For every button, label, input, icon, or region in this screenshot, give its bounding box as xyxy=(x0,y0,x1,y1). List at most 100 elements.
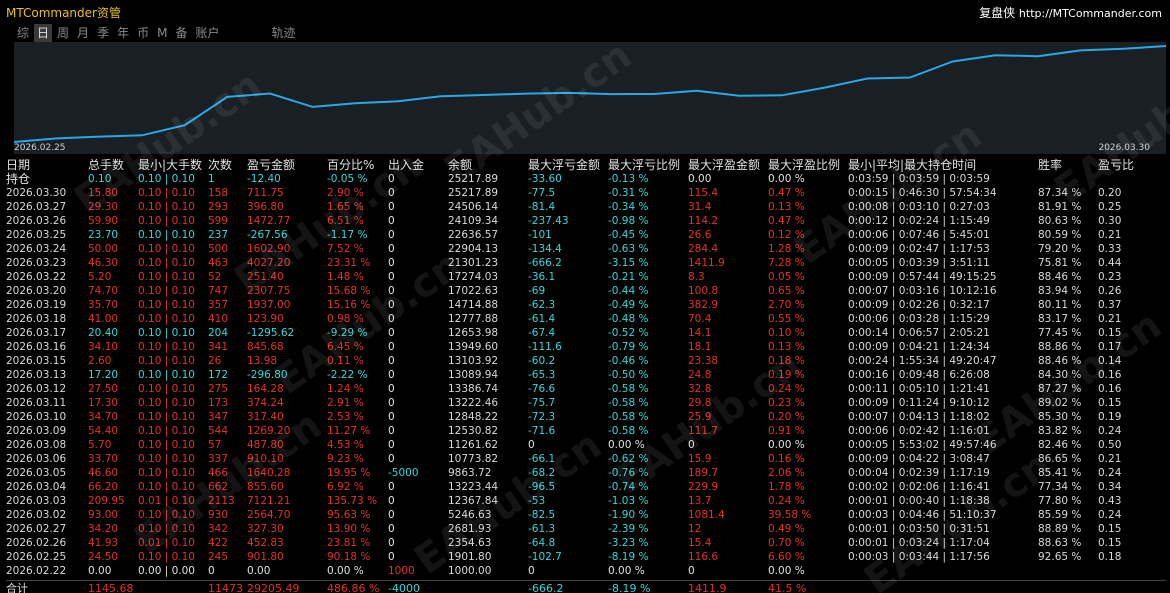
site-url[interactable]: http://MTCommander.com xyxy=(1019,7,1162,20)
header-ddpct[interactable]: 最大浮亏比例 xyxy=(608,158,680,172)
row-pct: 0.98 % xyxy=(327,313,364,325)
table-row[interactable]: 2026.02.26 41.93 0.01 | 0.10 422 452.83 23.81… xyxy=(6,536,1166,550)
row-winrate: 89.02 % xyxy=(1038,397,1082,409)
table-row[interactable]: 2026.03.15 2.60 0.10 | 0.10 26 13.98 0.11 % 0 1… xyxy=(6,354,1166,368)
row-pf: 0.18 xyxy=(1098,551,1122,563)
table-row[interactable]: 2026.03.10 34.70 0.10 | 0.10 347 317.40 2.53 … xyxy=(6,410,1166,424)
header-fppct[interactable]: 最大浮盈比例 xyxy=(768,158,840,172)
row-pct: -1.17 % xyxy=(327,229,368,241)
row-lots: 17.20 xyxy=(88,369,119,381)
row-ddamt: -81.4 xyxy=(528,201,556,213)
row-ddpct: -0.58 % xyxy=(608,411,649,423)
table-row[interactable]: 2026.03.20 74.70 0.10 | 0.10 747 2307.75 15.6… xyxy=(6,284,1166,298)
header-ddamt[interactable]: 最大浮亏金额 xyxy=(528,158,600,172)
table-row[interactable]: 2026.03.03 209.95 0.01 | 0.10 2113 7121.21 13… xyxy=(6,494,1166,508)
table-row[interactable]: 2026.03.13 17.20 0.10 | 0.10 172 -296.80 -2.2… xyxy=(6,368,1166,382)
tab-5[interactable]: 年 xyxy=(114,24,132,42)
table-row[interactable]: 2026.03.05 46.60 0.10 | 0.10 466 1640.28 19.9… xyxy=(6,466,1166,480)
row-ddamt: 0 xyxy=(528,439,535,451)
table-row[interactable]: 2026.03.17 20.40 0.10 | 0.10 204 -1295.62 -9.… xyxy=(6,326,1166,340)
tab-9[interactable]: 账户 xyxy=(192,24,222,42)
row-ddpct: -0.79 % xyxy=(608,341,649,353)
row-time: 0:00:14 | 0:06:57 | 2:05:21 xyxy=(848,327,990,339)
row-time: 0:00:05 | 5:53:02 | 49:57:46 xyxy=(848,439,997,451)
row-winrate: 77.45 % xyxy=(1038,327,1082,339)
header-date[interactable]: 日期 xyxy=(6,158,30,172)
table-row[interactable]: 2026.03.24 50.00 0.10 | 0.10 500 1602.90 7.52… xyxy=(6,242,1166,256)
row-pnl: 396.80 xyxy=(247,201,284,213)
row-date: 2026.03.04 xyxy=(6,481,67,493)
table-row[interactable]: 2026.03.30 15.80 0.10 | 0.10 158 711.75 2.90 … xyxy=(6,186,1166,200)
row-minmax: 0.10 | 0.10 xyxy=(138,355,195,367)
row-flow: 0 xyxy=(388,439,395,451)
site-link[interactable]: 复盘侠 http://MTCommander.com xyxy=(979,4,1162,21)
table-row[interactable]: 2026.03.02 93.00 0.10 | 0.10 930 2564.70 95.6… xyxy=(6,508,1166,522)
header-fpamt[interactable]: 最大浮盈金额 xyxy=(688,158,760,172)
table-row[interactable]: 2026.03.09 54.40 0.10 | 0.10 544 1269.20 11.2… xyxy=(6,424,1166,438)
table-row[interactable]: 2026.03.16 34.10 0.10 | 0.10 341 845.68 6.45 … xyxy=(6,340,1166,354)
row-winrate: 87.27 % xyxy=(1038,383,1082,395)
row-trades: 204 xyxy=(208,327,229,339)
table-row[interactable]: 2026.03.26 59.90 0.10 | 0.10 599 1472.77 6.51… xyxy=(6,214,1166,228)
table-row[interactable]: 2026.03.04 66.20 0.10 | 0.10 662 855.60 6.92 … xyxy=(6,480,1166,494)
row-lots: 74.70 xyxy=(88,285,119,297)
table-row[interactable]: 2026.02.25 24.50 0.10 | 0.10 245 901.80 90.18… xyxy=(6,550,1166,564)
table-row[interactable]: 2026.03.06 33.70 0.10 | 0.10 337 910.10 9.23 … xyxy=(6,452,1166,466)
row-balance: 13089.94 xyxy=(448,369,499,381)
row-minmax: 0.10 | 0.10 xyxy=(138,215,195,227)
header-minmax[interactable]: 最小|大手数 xyxy=(138,158,202,172)
table-row[interactable]: 2026.03.12 27.50 0.10 | 0.10 275 164.28 1.24 … xyxy=(6,382,1166,396)
table-row[interactable]: 2026.03.22 5.20 0.10 | 0.10 52 251.40 1.48 % 0… xyxy=(6,270,1166,284)
tab-10[interactable]: 轨迹 xyxy=(269,24,299,42)
row-time: 0:00:01 | 0:03:50 | 0:31:51 xyxy=(848,523,990,535)
header-flow[interactable]: 出入金 xyxy=(388,158,424,172)
header-pf[interactable]: 盈亏比 xyxy=(1098,158,1134,172)
row-flow: 0 xyxy=(388,495,395,507)
header-win[interactable]: 胜率 xyxy=(1038,158,1062,172)
holding-minmax: 0.10 | 0.10 xyxy=(138,173,195,185)
header-pnl[interactable]: 盈亏金额 xyxy=(247,158,295,172)
total-row: 合计 1145.68 11473 29205.49 486.86 % -4000 -666.… xyxy=(6,580,1166,593)
tab-8[interactable]: 备 xyxy=(172,24,190,42)
row-fpamt: 24.8 xyxy=(688,369,712,381)
row-time: 0:00:07 | 0:04:13 | 1:18:02 xyxy=(848,411,990,423)
tab-3[interactable]: 月 xyxy=(74,24,92,42)
table-row[interactable]: 2026.03.11 17.30 0.10 | 0.10 173 374.24 2.91 … xyxy=(6,396,1166,410)
row-minmax: 0.10 | 0.10 xyxy=(138,481,195,493)
row-minmax: 0.10 | 0.10 xyxy=(138,271,195,283)
table-row[interactable]: 2026.02.22 0.00 0.00 | 0.00 0 0.00 0.00 % 1000… xyxy=(6,564,1166,578)
row-lots: 66.20 xyxy=(88,481,119,493)
row-trades: 357 xyxy=(208,299,229,311)
tab-4[interactable]: 季 xyxy=(94,24,112,42)
tab-7[interactable]: M xyxy=(154,24,170,42)
header-trades[interactable]: 次数 xyxy=(208,158,232,172)
table-row[interactable]: 2026.03.19 35.70 0.10 | 0.10 357 1937.00 15.1… xyxy=(6,298,1166,312)
row-date: 2026.03.30 xyxy=(6,187,67,199)
row-flow: 0 xyxy=(388,369,395,381)
row-pct: 6.92 % xyxy=(327,481,364,493)
row-time: 0:00:03 | 0:03:44 | 1:17:56 xyxy=(848,551,990,563)
header-lots[interactable]: 总手数 xyxy=(88,158,124,172)
table-row[interactable]: 2026.03.18 41.00 0.10 | 0.10 410 123.90 0.98 … xyxy=(6,312,1166,326)
table-row[interactable]: 2026.02.27 34.20 0.10 | 0.10 342 327.30 13.90… xyxy=(6,522,1166,536)
tab-1[interactable]: 日 xyxy=(34,24,53,42)
row-pf: 0.20 xyxy=(1098,187,1122,199)
tab-2[interactable]: 周 xyxy=(54,24,72,42)
table-row[interactable]: 2026.03.27 29.30 0.10 | 0.10 293 396.80 1.65 … xyxy=(6,200,1166,214)
row-winrate: 79.20 % xyxy=(1038,243,1082,255)
row-minmax: 0.01 | 0.10 xyxy=(138,537,195,549)
row-trades: 158 xyxy=(208,187,229,199)
holding-trades: 1 xyxy=(208,173,215,185)
header-pct[interactable]: 百分比% xyxy=(327,158,374,172)
table-row[interactable]: 2026.03.08 5.70 0.10 | 0.10 57 487.80 4.53 % 0… xyxy=(6,438,1166,452)
table-row[interactable]: 2026.03.23 46.30 0.10 | 0.10 463 4027.20 23.3… xyxy=(6,256,1166,270)
tab-6[interactable]: 币 xyxy=(134,24,152,42)
header-bal[interactable]: 余额 xyxy=(448,158,472,172)
header-time[interactable]: 最小|平均|最大持仓时间 xyxy=(848,158,976,172)
stats-table: 日期 总手数 最小|大手数 次数 盈亏金额 百分比% 出入金 余额 最大浮亏金额 最大浮亏比例 最大… xyxy=(6,158,1166,593)
row-winrate: 81.91 % xyxy=(1038,201,1082,213)
row-pct: 13.90 % xyxy=(327,523,371,535)
row-ddamt: -237.43 xyxy=(528,215,569,227)
tab-0[interactable]: 综 xyxy=(14,24,32,42)
table-row[interactable]: 2026.03.25 23.70 0.10 | 0.10 237 -267.56 -1.1… xyxy=(6,228,1166,242)
